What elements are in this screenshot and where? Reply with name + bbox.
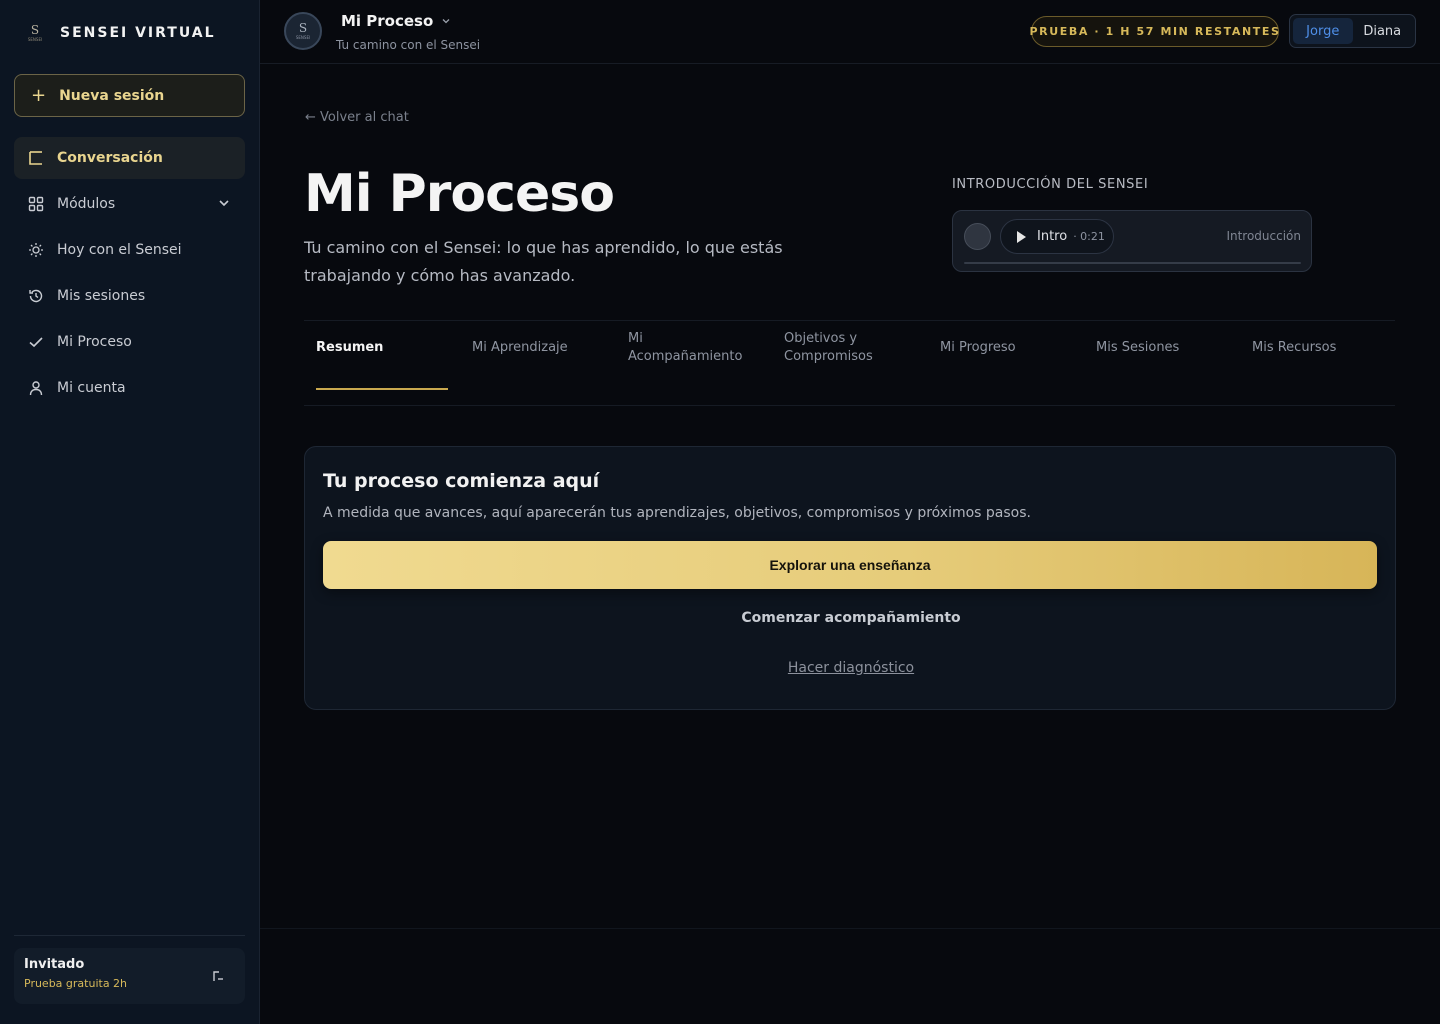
user-switch-jorge[interactable]: Jorge [1293,18,1353,44]
divider [304,320,1395,321]
topbar: S SENSEI Mi Proceso Tu camino con el Sens… [260,0,1440,64]
sidebar-item-label: Hoy con el Sensei [57,242,182,258]
diagnostic-link[interactable]: Hacer diagnóstico [788,660,914,676]
tab-mis-sesiones[interactable]: Mis Sesiones [1096,330,1236,366]
page-title: Mi Proceso [304,164,615,224]
sidebar: S SENSEI SENSEI VIRTUAL + Nueva sesión Co… [0,0,260,1024]
tab-objetivos-compromisos[interactable]: Objetivos y Compromisos [784,330,884,366]
svg-text:SENSEI: SENSEI [296,35,310,40]
tab-mi-acompanamiento[interactable]: Mi Acompañamiento [628,330,758,366]
sidebar-item-proceso[interactable]: Mi Proceso [14,321,245,363]
user-switcher: Jorge Diana [1289,14,1416,48]
intro-play-label: Intro [1037,229,1068,244]
page-description: Tu camino con el Sensei: lo que has apre… [304,238,783,285]
play-icon [1017,230,1026,243]
divider [304,405,1395,406]
plus-icon: + [31,84,47,106]
user-icon [28,380,44,396]
sidebar-item-label: Mis sesiones [57,288,146,304]
tab-resumen[interactable]: Resumen [316,330,456,366]
section-subtitle: Tu camino con el Sensei [336,38,481,52]
sun-icon [28,242,44,258]
divider [14,935,245,936]
user-switch-diana[interactable]: Diana [1353,18,1413,44]
grid-icon [28,196,44,212]
brand[interactable]: S SENSEI SENSEI VIRTUAL [24,20,216,46]
sensei-avatar: S SENSEI [284,12,322,50]
sidebar-nav: Conversación Módulos Hoy con el Sensei M… [14,137,245,413]
diagnostic-link-row: Hacer diagnóstico [305,660,1397,676]
user-plan: Prueba gratuita 2h [24,977,128,990]
active-tab-indicator [316,388,448,390]
sidebar-item-cuenta[interactable]: Mi cuenta [14,367,245,409]
brand-name: SENSEI VIRTUAL [60,25,216,41]
start-accompaniment-button[interactable]: Comenzar acompañamiento [305,610,1397,626]
record-indicator [964,223,991,250]
intro-play-button[interactable]: Intro · 0:21 [1000,219,1114,254]
divider [260,928,1440,929]
svg-text:SENSEI: SENSEI [28,37,42,42]
sidebar-item-label: Conversación [57,150,163,166]
sidebar-item-modulos[interactable]: Módulos [14,183,245,225]
back-to-chat-link[interactable]: ← Volver al chat [305,110,409,125]
new-session-label: Nueva sesión [59,87,165,104]
intro-label: INTRODUCCIÓN DEL SENSEI [952,177,1149,192]
section-switcher[interactable]: Mi Proceso [341,12,451,30]
logout-icon[interactable] [211,968,225,987]
intro-tag: Introducción [1226,229,1301,243]
intro-audio-player: Intro · 0:21 Introducción [952,210,1312,272]
trial-badge: PRUEBA · 1 H 57 MIN RESTANTES [1029,16,1279,47]
explore-teaching-button[interactable]: Explorar una enseñanza [323,541,1377,589]
user-card[interactable]: Invitado Prueba gratuita 2h [14,948,245,1004]
user-name: Invitado [24,957,85,972]
sensei-logo-icon: S SENSEI [24,22,46,44]
sidebar-item-label: Mi cuenta [57,380,126,396]
chevron-down-icon[interactable] [217,196,231,214]
new-session-button[interactable]: + Nueva sesión [14,74,245,117]
tab-mi-progreso[interactable]: Mi Progreso [940,330,1080,366]
tab-mis-recursos[interactable]: Mis Recursos [1252,330,1392,366]
sidebar-item-label: Mi Proceso [57,334,132,350]
sidebar-item-sesiones[interactable]: Mis sesiones [14,275,245,317]
audio-progress-bar[interactable] [964,262,1301,264]
sidebar-item-hoy[interactable]: Hoy con el Sensei [14,229,245,271]
empty-state-description: A medida que avances, aquí aparecerán tu… [323,505,1031,521]
sidebar-item-conversacion[interactable]: Conversación [14,137,245,179]
section-title: Mi Proceso [341,12,434,30]
chevron-down-icon [441,12,451,30]
empty-state-title: Tu proceso comienza aquí [323,470,600,492]
intro-duration: · 0:21 [1073,230,1105,243]
tab-mi-aprendizaje[interactable]: Mi Aprendizaje [472,330,612,366]
svg-text:S: S [299,21,307,35]
check-icon [28,334,44,350]
empty-state-card: Tu proceso comienza aquí A medida que av… [304,446,1396,710]
chat-icon [28,150,44,166]
svg-text:S: S [31,23,39,37]
history-icon [28,288,44,304]
sidebar-item-label: Módulos [57,196,116,212]
